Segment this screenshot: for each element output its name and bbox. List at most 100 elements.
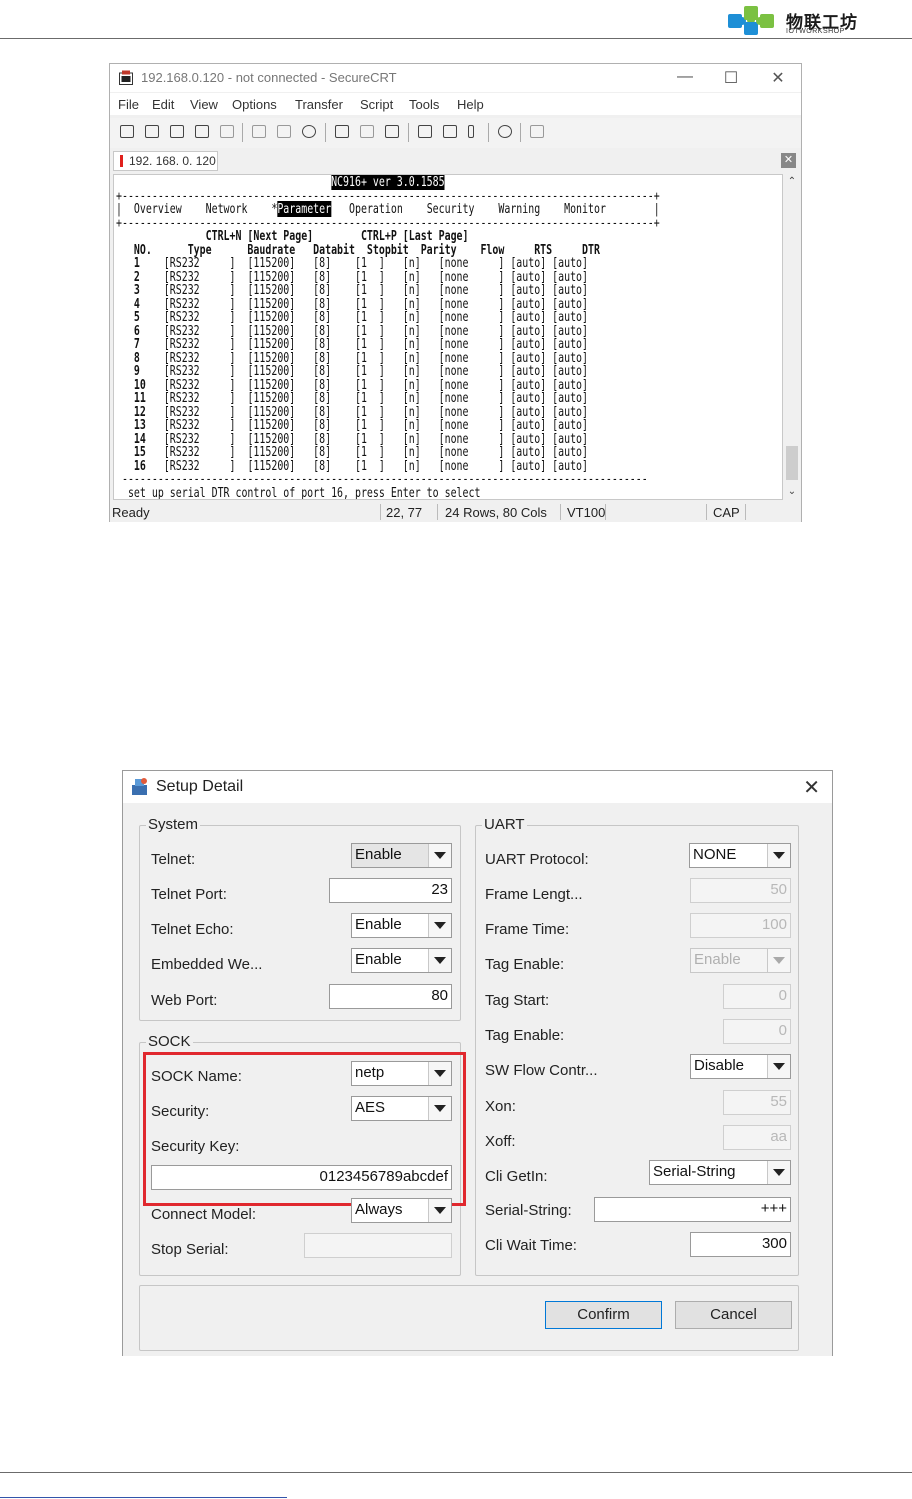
minimize-button[interactable]: — (675, 68, 695, 86)
cli-getin-label: Cli GetIn: (485, 1168, 548, 1185)
xon-value: 55 (770, 1093, 787, 1110)
close-window-button[interactable]: ✕ (768, 68, 788, 88)
tag-enable-label: Tag Enable: (485, 956, 565, 973)
connect-model-value: Always (355, 1201, 403, 1218)
chevron-down-icon (767, 844, 790, 867)
menu-view[interactable]: View (190, 97, 218, 112)
embedded-web-select[interactable]: Enable (351, 948, 452, 973)
puzzle-logo-icon (728, 6, 774, 35)
connect-model-select[interactable]: Always (351, 1198, 452, 1223)
chevron-down-icon (428, 844, 451, 867)
crt-toolbar (110, 118, 801, 148)
web-port-input[interactable]: 80 (329, 984, 452, 1009)
highlight-box (143, 1052, 466, 1206)
uart-protocol-label: UART Protocol: (485, 851, 589, 868)
telnet-echo-select[interactable]: Enable (351, 913, 452, 938)
scroll-down-icon[interactable]: ⌄ (784, 486, 800, 500)
frame-time-label: Frame Time: (485, 921, 570, 938)
stop-serial-label: Stop Serial: (151, 1241, 229, 1258)
terminal-scrollbar[interactable]: ⌃ ⌄ (784, 174, 800, 500)
status-separator (560, 504, 561, 520)
header-divider (0, 38, 912, 39)
tag-enable-select[interactable]: Enable (690, 948, 791, 973)
scroll-up-icon[interactable]: ⌃ (784, 176, 800, 190)
web-port-value: 80 (431, 987, 448, 1004)
close-tab-icon[interactable]: ✕ (781, 153, 796, 168)
disconnected-status-icon (120, 155, 123, 167)
nav-selected: Parameter (277, 201, 332, 217)
confirm-button[interactable]: Confirm (545, 1301, 662, 1329)
cli-getin-select[interactable]: Serial-String (649, 1160, 791, 1185)
terminal-screen[interactable]: NC916+ ver 3.0.1585 +-------------------… (113, 174, 783, 500)
status-separator (605, 504, 606, 520)
disconnect-icon[interactable] (218, 123, 236, 141)
xoff-input[interactable]: aa (723, 1125, 791, 1150)
terminal-text: NC916+ ver 3.0.1585 +-------------------… (116, 174, 660, 500)
cli-getin-value: Serial-String (653, 1163, 736, 1180)
copy-icon[interactable] (250, 123, 268, 141)
menu-tools[interactable]: Tools (409, 97, 439, 112)
print-selection-icon[interactable] (358, 123, 376, 141)
menu-file[interactable]: File (118, 97, 139, 112)
scroll-thumb[interactable] (786, 446, 798, 480)
status-separator (380, 504, 381, 520)
toolbar-separator (520, 123, 521, 142)
crt-tab-bar: 192. 168. 0. 120 ✕ (110, 150, 801, 172)
keymap-icon[interactable] (466, 123, 484, 141)
session-tab[interactable]: 192. 168. 0. 120 (113, 151, 218, 171)
telnet-select[interactable]: Enable (351, 843, 452, 868)
chevron-down-icon (428, 914, 451, 937)
dialog-body: System Telnet: Enable Telnet Port: 23 Te… (123, 803, 832, 1356)
tag-enable-value: Enable (694, 951, 741, 968)
session-options-icon[interactable] (416, 123, 434, 141)
serial-string-label: Serial-String: (485, 1202, 572, 1219)
status-separator (437, 504, 438, 520)
setup-app-icon (132, 778, 147, 795)
setup-detail-dialog: Setup Detail ✕ System Telnet: Enable Tel… (122, 770, 833, 1356)
cancel-button[interactable]: Cancel (675, 1301, 792, 1329)
sw-flow-value: Disable (694, 1057, 745, 1074)
help-icon[interactable] (496, 123, 514, 141)
xon-input[interactable]: 55 (723, 1090, 791, 1115)
dialog-title: Setup Detail (156, 778, 244, 795)
menu-help[interactable]: Help (457, 97, 484, 112)
tag-start-input[interactable]: 0 (723, 984, 791, 1009)
telnet-port-input[interactable]: 23 (329, 878, 452, 903)
toolbar-separator (488, 123, 489, 142)
connect-model-label: Connect Model: (151, 1206, 257, 1223)
tag-enable2-input[interactable]: 0 (723, 1019, 791, 1044)
find-icon[interactable] (300, 123, 318, 141)
footer-divider (0, 1472, 912, 1473)
crt-status-bar: Ready 22, 77 24 Rows, 80 Cols VT100 CAP (110, 502, 801, 522)
menu-edit[interactable]: Edit (152, 97, 174, 112)
sock-group-label: SOCK (146, 1033, 193, 1050)
frame-length-label: Frame Lengt... (485, 886, 583, 903)
menu-script[interactable]: Script (360, 97, 393, 112)
sftp-icon[interactable] (528, 123, 546, 141)
connect-icon[interactable] (118, 123, 136, 141)
maximize-button[interactable]: ☐ (721, 68, 741, 88)
uart-protocol-select[interactable]: NONE (689, 843, 791, 868)
dialog-close-icon[interactable]: ✕ (803, 775, 820, 800)
reconnect-icon[interactable] (193, 123, 211, 141)
print-setup-icon[interactable] (333, 123, 351, 141)
footer-link-underline (0, 1497, 287, 1498)
print-icon[interactable] (383, 123, 401, 141)
status-cursor: 22, 77 (386, 505, 423, 520)
frame-time-input[interactable]: 100 (690, 913, 791, 938)
global-options-icon[interactable] (441, 123, 459, 141)
system-group-label: System (146, 816, 201, 833)
sw-flow-label: SW Flow Contr... (485, 1062, 598, 1079)
menu-options[interactable]: Options (232, 97, 277, 112)
paste-icon[interactable] (275, 123, 293, 141)
telnet-port-label: Telnet Port: (151, 886, 227, 903)
cli-wait-input[interactable]: 300 (690, 1232, 791, 1257)
connect-in-tab-icon[interactable] (168, 123, 186, 141)
frame-length-input[interactable]: 50 (690, 878, 791, 903)
quick-connect-icon[interactable] (143, 123, 161, 141)
sw-flow-select[interactable]: Disable (690, 1054, 791, 1079)
logo-text-en: IOTWORKSHOP (786, 28, 845, 35)
menu-transfer[interactable]: Transfer (295, 97, 343, 112)
stop-serial-input[interactable] (304, 1233, 452, 1258)
serial-string-input[interactable]: +++ (594, 1197, 791, 1222)
